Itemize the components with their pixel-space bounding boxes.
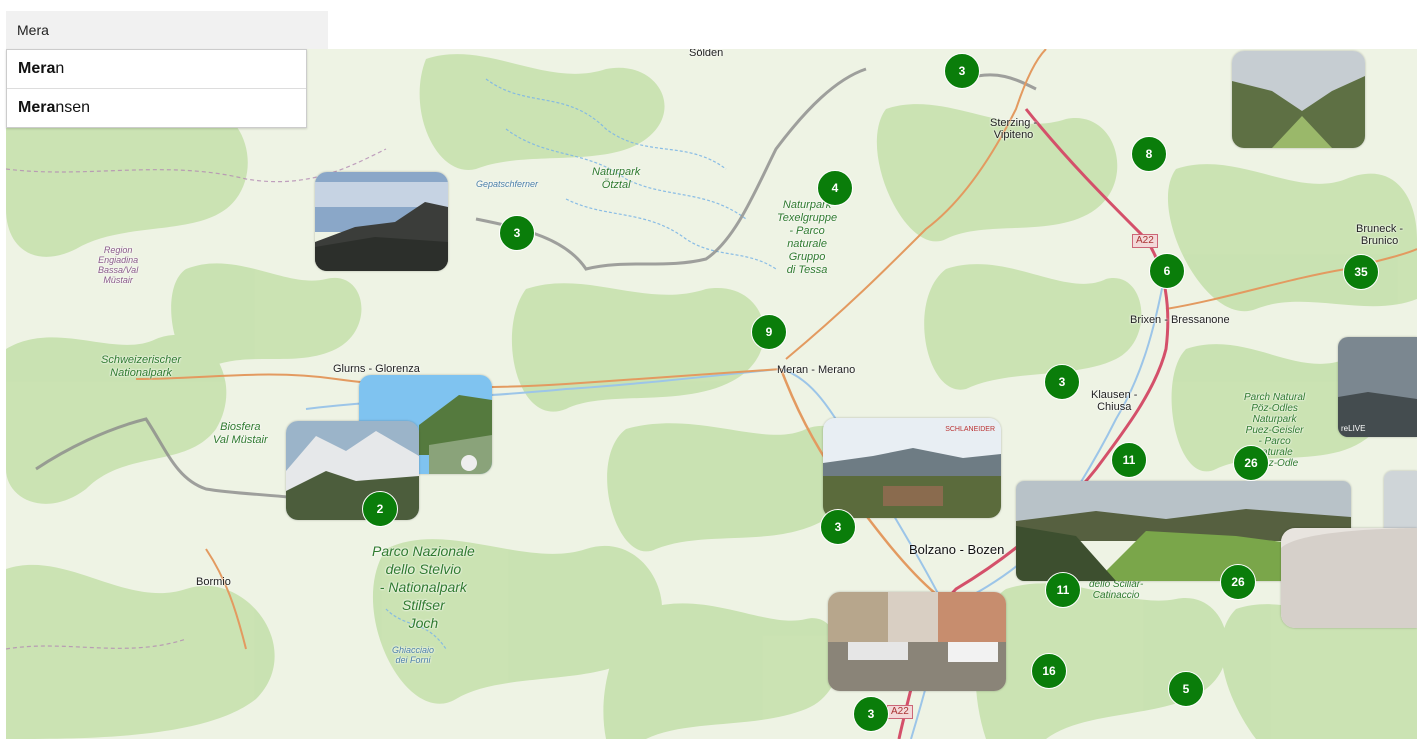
road-shield-a22: A22 [1132, 234, 1158, 248]
cluster-marker[interactable]: 9 [751, 314, 787, 350]
map[interactable]: Sölden Sterzing - Vipiteno Bruneck - Bru… [6, 49, 1417, 739]
cluster-marker[interactable]: 26 [1233, 445, 1269, 481]
cluster-marker[interactable]: 3 [820, 509, 856, 545]
label-park-oetztal: Naturpark Ötztal [592, 166, 641, 191]
label-bormio: Bormio [196, 576, 231, 588]
suggestion-match: Mera [18, 99, 56, 116]
webcam-image [1338, 337, 1417, 437]
label-meran: Meran - Merano [777, 364, 856, 376]
webcam-thumbnail[interactable] [1281, 528, 1417, 628]
label-brixen: Brixen - Bressanone [1130, 314, 1230, 326]
label-bolzano: Bolzano - Bozen [909, 542, 1005, 557]
label-glurns: Glurns - Glorenza [333, 363, 420, 375]
label-soelden: Sölden [689, 49, 724, 59]
label-park-stelvio: Parco Nazionale dello Stelvio - National… [372, 543, 475, 631]
webcam-thumbnail[interactable] [315, 172, 448, 271]
cluster-marker[interactable]: 26 [1220, 564, 1256, 600]
cluster-marker[interactable]: 4 [817, 170, 853, 206]
label-park-schweiz: Schweizerischer Nationalpark [101, 354, 182, 379]
label-park-biosfera: Biosfera Val Müstair [213, 421, 268, 446]
suggestion-match: Mera [18, 60, 56, 77]
cluster-marker[interactable]: 8 [1131, 136, 1167, 172]
autocomplete-list: Meran Meransen [6, 49, 307, 128]
webcam-thumbnail[interactable]: reLIVE [1338, 337, 1417, 437]
suggestion-rest: n [55, 60, 65, 77]
cluster-marker[interactable]: 11 [1111, 442, 1147, 478]
webcam-image [1232, 51, 1365, 148]
cluster-marker[interactable]: 11 [1045, 572, 1081, 608]
webcam-thumbnail[interactable] [828, 592, 1006, 691]
webcam-thumbnail[interactable] [286, 421, 419, 520]
label-park-texel: Naturpark Texelgruppe - Parco naturale G… [777, 199, 838, 276]
webcam-thumbnail[interactable] [1232, 51, 1365, 148]
cluster-marker[interactable]: 3 [853, 696, 889, 732]
cluster-marker[interactable]: 6 [1149, 253, 1185, 289]
cluster-marker[interactable]: 35 [1343, 254, 1379, 290]
cluster-marker[interactable]: 3 [499, 215, 535, 251]
map-base-tiles [6, 49, 1417, 739]
label-region-engiadina: Region Engiadina Bassa/Val Müstair [98, 245, 139, 285]
cluster-marker[interactable]: 5 [1168, 671, 1204, 707]
webcam-watermark: SCHLANEIDER [945, 426, 995, 433]
webcam-image [828, 592, 1006, 691]
label-gepatschferner: Gepatschferner [476, 179, 539, 189]
webcam-image [315, 172, 448, 271]
suggestion-rest: nsen [55, 99, 91, 116]
label-bruneck: Bruneck - Brunico [1356, 223, 1404, 247]
label-sterzing: Sterzing - Vipiteno [990, 117, 1038, 141]
cluster-marker[interactable]: 16 [1031, 653, 1067, 689]
label-forni: Ghiacciaio dei Forni [392, 645, 435, 665]
webcam-thumbnail[interactable]: SCHLANEIDER [823, 418, 1001, 518]
label-park-sciliar: dello Sciliar- Catinaccio [1089, 579, 1144, 601]
cluster-marker[interactable]: 3 [944, 53, 980, 89]
cluster-marker[interactable]: 3 [1044, 364, 1080, 400]
road-shield-a22: A22 [887, 705, 913, 719]
label-klausen: Klausen - Chiusa [1091, 389, 1138, 413]
suggestion-meran[interactable]: Meran [7, 50, 306, 89]
webcam-image [286, 421, 419, 520]
cluster-marker[interactable]: 2 [362, 491, 398, 527]
search-input[interactable] [6, 11, 328, 49]
suggestion-meransen[interactable]: Meransen [7, 89, 306, 127]
webcam-image [1281, 528, 1417, 628]
webcam-watermark: reLIVE [1341, 424, 1366, 433]
